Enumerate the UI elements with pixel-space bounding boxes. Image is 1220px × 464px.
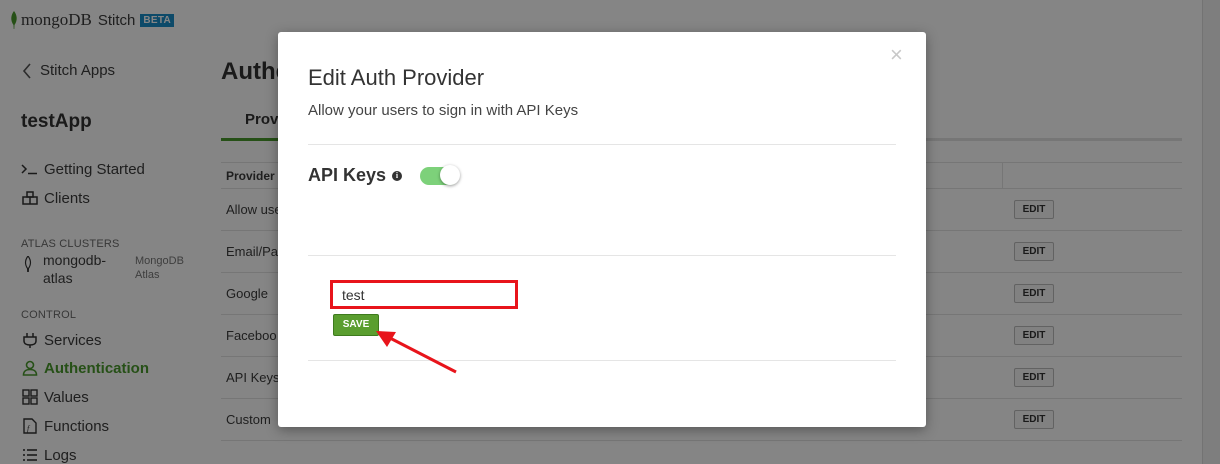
modal-subtitle: Allow your users to sign in with API Key… [308,102,579,119]
api-keys-toggle[interactable] [420,165,460,185]
api-key-name-input[interactable] [330,280,518,309]
close-icon[interactable]: × [890,42,903,68]
modal-title: Edit Auth Provider [308,65,485,90]
toggle-knob [440,165,460,185]
annotation-arrow-icon [376,331,457,374]
section-label: API Keys [308,165,387,185]
divider [308,144,896,145]
api-keys-label: API Keys i [308,165,403,186]
divider [308,255,896,256]
info-icon[interactable]: i [392,170,403,181]
